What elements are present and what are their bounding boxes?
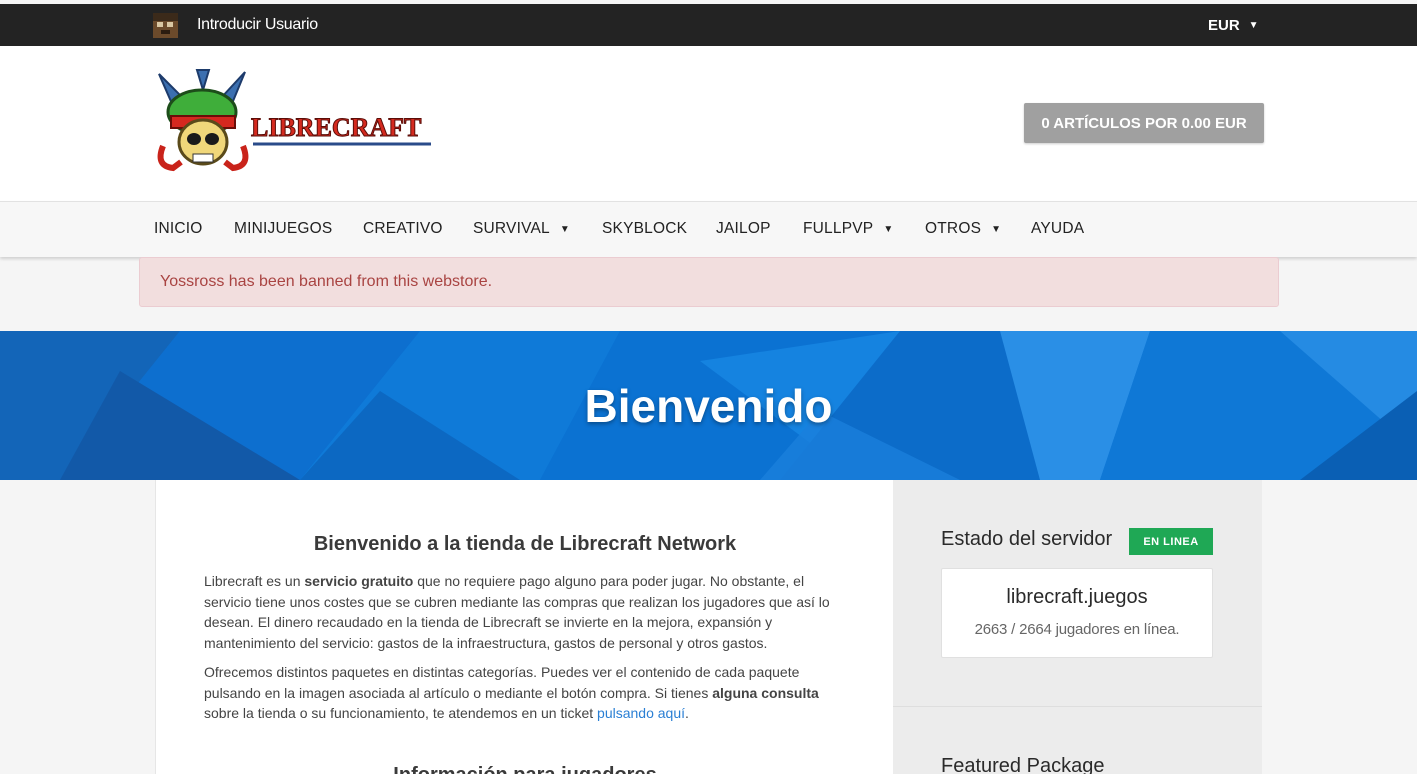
ban-alert: Yossross has been banned from this webst… (139, 257, 1279, 307)
featured-package-title: Featured Package (941, 755, 1105, 774)
nav-item-skyblock[interactable]: SKYBLOCK (602, 202, 687, 256)
server-status-box: librecraft.juegos 2663 / 2664 jugadores … (941, 568, 1213, 658)
chevron-down-icon: ▼ (883, 223, 894, 235)
cart-button[interactable]: 0 ARTÍCULOS POR 0.00 EUR (1024, 103, 1264, 143)
hero-title: Bienvenido (584, 379, 833, 432)
chevron-down-icon: ▼ (991, 223, 1002, 235)
player-head-icon (153, 12, 178, 38)
nav-label: INICIO (154, 220, 203, 237)
nav-label: SURVIVAL (473, 220, 550, 237)
player-info-heading: Información para jugadores (156, 764, 894, 774)
logo-text: LIBRECRAFT (251, 113, 421, 142)
players-online: 2663 / 2664 jugadores en línea. (974, 621, 1180, 638)
nav-item-survival[interactable]: SURVIVAL ▼ (473, 202, 570, 256)
sidebar-divider (893, 706, 1262, 707)
currency-selector[interactable]: EUR ▼ (1208, 4, 1259, 46)
nav-label: FULLPVP (803, 220, 874, 237)
nav-label: OTROS (925, 220, 982, 237)
status-badge: EN LINEA (1129, 528, 1213, 555)
main-nav: INICIO MINIJUEGOS CREATIVO SURVIVAL ▼ SKY… (0, 201, 1417, 257)
nav-label: SKYBLOCK (602, 220, 688, 237)
nav-item-ayuda[interactable]: AYUDA (1031, 202, 1084, 256)
nav-item-creativo[interactable]: CREATIVO (363, 202, 443, 256)
site-header: LIBRECRAFT 0 ARTÍCULOS POR 0.00 EUR (0, 46, 1417, 201)
nav-item-jailop[interactable]: JAILOP (716, 202, 771, 256)
chevron-down-icon: ▼ (1248, 19, 1259, 31)
hero-banner: Bienvenido (0, 331, 1417, 480)
nav-item-minijuegos[interactable]: MINIJUEGOS (234, 202, 332, 256)
nav-label: CREATIVO (363, 220, 443, 237)
main-content: Bienvenido a la tienda de Librecraft Net… (155, 480, 893, 774)
alert-message: Yossross has been banned from this webst… (160, 273, 493, 290)
nav-label: AYUDA (1031, 220, 1085, 237)
nav-item-inicio[interactable]: INICIO (154, 202, 203, 256)
chevron-down-icon: ▼ (559, 223, 570, 235)
nav-label: JAILOP (716, 220, 771, 237)
currency-label: EUR (1208, 16, 1240, 34)
login-link[interactable]: Introducir Usuario (153, 4, 318, 46)
librecraft-logo[interactable]: LIBRECRAFT (153, 68, 435, 178)
login-label: Introducir Usuario (197, 16, 318, 33)
server-host: librecraft.juegos (1006, 586, 1148, 608)
nav-item-fullpvp[interactable]: FULLPVP ▼ (803, 202, 893, 256)
welcome-heading: Bienvenido a la tienda de Librecraft Net… (313, 533, 737, 555)
top-bar: Introducir Usuario EUR ▼ (0, 4, 1417, 46)
sidebar: Estado del servidor EN LINEA librecraft.… (893, 480, 1262, 774)
page-margin (1262, 480, 1417, 774)
nav-item-otros[interactable]: OTROS ▼ (925, 202, 1001, 256)
nav-label: MINIJUEGOS (234, 220, 333, 237)
ticket-link[interactable]: pulsando aquí (597, 705, 685, 721)
server-status-title: Estado del servidor (941, 528, 1113, 550)
intro-paragraph: Librecraft es un servicio gratuito que n… (204, 573, 830, 651)
packages-paragraph: Ofrecemos distintos paquetes en distinta… (204, 664, 819, 721)
